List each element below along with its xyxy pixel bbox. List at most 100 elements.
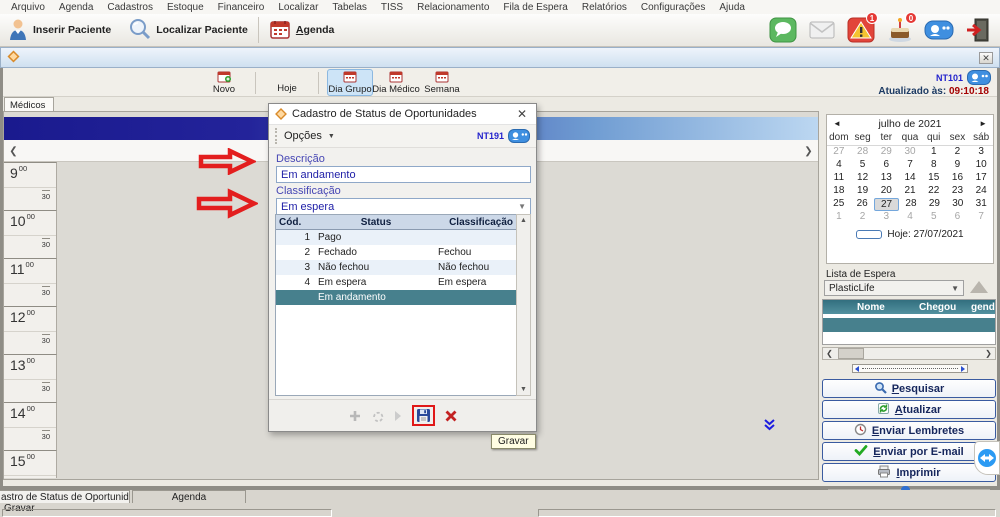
delete-icon[interactable] xyxy=(444,409,458,423)
scroll-right-icon[interactable]: ❯ xyxy=(801,143,816,159)
calendar-date[interactable]: 5 xyxy=(851,159,875,172)
calendar-date[interactable]: 3 xyxy=(874,211,898,224)
menu-item[interactable]: Fila de Espera xyxy=(496,2,574,13)
tab-status-opportunities[interactable]: astro de Status de Oportunid xyxy=(0,490,130,503)
contacts-chat-icon[interactable] xyxy=(967,70,991,85)
options-menu-button[interactable]: Opções▼ xyxy=(284,130,335,142)
calendar-date[interactable]: 23 xyxy=(946,185,970,198)
menu-item[interactable]: Localizar xyxy=(271,2,325,13)
menu-item[interactable]: Configurações xyxy=(634,2,712,13)
calendar-date[interactable]: 27 xyxy=(874,198,899,211)
calendar-date[interactable]: 10 xyxy=(969,159,993,172)
menu-item[interactable]: Agenda xyxy=(52,2,100,13)
calendar-date[interactable]: 9 xyxy=(946,159,970,172)
calendar-date[interactable]: 6 xyxy=(946,211,970,224)
contacts-chat-icon[interactable] xyxy=(921,15,957,45)
menu-item[interactable]: Financeiro xyxy=(211,2,272,13)
menu-item[interactable]: Relatórios xyxy=(575,2,634,13)
calendar-date[interactable]: 7 xyxy=(898,159,922,172)
calendar-date[interactable]: 28 xyxy=(899,198,922,211)
table-row[interactable]: 3Não fechouNão fechou xyxy=(276,260,516,275)
menu-item[interactable]: Ajuda xyxy=(712,2,752,13)
next-record-icon[interactable] xyxy=(394,410,403,422)
day-group-view-button[interactable]: Dia Grupo xyxy=(327,69,373,96)
calendar-date[interactable]: 29 xyxy=(923,198,946,211)
scroll-right-icon[interactable]: ❯ xyxy=(982,348,995,359)
calendar-date[interactable]: 17 xyxy=(969,172,993,185)
calendar-date[interactable]: 2 xyxy=(946,146,970,159)
collapse-up-icon[interactable] xyxy=(970,281,988,293)
add-icon[interactable] xyxy=(348,409,362,423)
calendar-date[interactable]: 2 xyxy=(851,211,875,224)
calendar-date[interactable]: 3 xyxy=(969,146,993,159)
birthday-cake-icon[interactable]: 0 xyxy=(882,15,918,45)
calendar-date[interactable]: 16 xyxy=(946,172,970,185)
remote-support-icon[interactable] xyxy=(974,441,1000,475)
scrollbar-thumb[interactable] xyxy=(838,348,864,359)
exit-icon[interactable] xyxy=(960,15,996,45)
locate-patient-button[interactable]: Localizar Paciente xyxy=(119,14,256,46)
new-appointment-button[interactable]: Novo xyxy=(201,69,247,96)
mdi-close-button[interactable]: ✕ xyxy=(979,52,993,64)
calendar-date[interactable]: 24 xyxy=(969,185,993,198)
scroll-left-icon[interactable]: ❮ xyxy=(6,143,21,159)
calendar-date[interactable]: 8 xyxy=(922,159,946,172)
mail-icon[interactable] xyxy=(804,15,840,45)
calendar-date[interactable]: 14 xyxy=(898,172,922,185)
enviar-lembretes-button[interactable]: Enviar Lembretes xyxy=(822,421,996,440)
table-row-selected[interactable]: Em andamento xyxy=(276,290,516,305)
calendar-date[interactable]: 27 xyxy=(827,146,851,159)
calendar-today-row[interactable]: Hoje: 27/07/2021 xyxy=(827,226,993,242)
calendar-date[interactable]: 15 xyxy=(922,172,946,185)
today-button[interactable]: Hoje xyxy=(264,69,310,96)
calendar-prev-icon[interactable]: ◄ xyxy=(833,119,841,128)
contacts-chat-icon[interactable] xyxy=(508,129,530,143)
menu-item[interactable]: Relacionamento xyxy=(410,2,496,13)
calendar-date[interactable]: 20 xyxy=(874,185,898,198)
calendar-date[interactable]: 5 xyxy=(922,211,946,224)
menu-item[interactable]: TISS xyxy=(374,2,410,13)
calendar-date[interactable]: 25 xyxy=(827,198,850,211)
status-table-vscrollbar[interactable]: ▲ ▼ xyxy=(516,214,531,396)
chat-icon[interactable] xyxy=(765,15,801,45)
refresh-disabled-icon[interactable] xyxy=(371,409,385,423)
waitlist-selected-row[interactable] xyxy=(823,318,995,332)
menu-item[interactable]: Arquivo xyxy=(4,2,52,13)
menu-item[interactable]: Estoque xyxy=(160,2,211,13)
calendar-date[interactable]: 22 xyxy=(922,185,946,198)
classificacao-select[interactable]: Em espera ▼ xyxy=(276,198,531,215)
calendar-date[interactable]: 13 xyxy=(874,172,898,185)
imprimir-button[interactable]: Imprimir xyxy=(822,463,996,482)
waitlist-zoom-control[interactable] xyxy=(852,364,968,373)
calendar-date[interactable]: 29 xyxy=(874,146,898,159)
table-row[interactable]: 2FechadoFechou xyxy=(276,245,516,260)
calendar-date[interactable]: 1 xyxy=(827,211,851,224)
pesquisar-button[interactable]: Pesquisar xyxy=(822,379,996,398)
calendar-date[interactable]: 12 xyxy=(851,172,875,185)
calendar-date[interactable]: 11 xyxy=(827,172,851,185)
enviar-por-e-mail-button[interactable]: Enviar por E-mail xyxy=(822,442,996,461)
waitlist-select[interactable]: PlasticLife ▼ xyxy=(824,280,964,296)
table-row[interactable]: 1Pago xyxy=(276,230,516,245)
calendar-date[interactable]: 21 xyxy=(898,185,922,198)
calendar-date[interactable]: 7 xyxy=(969,211,993,224)
calendar-date[interactable]: 4 xyxy=(827,159,851,172)
day-doctor-view-button[interactable]: Dia Médico xyxy=(373,69,419,96)
insert-patient-button[interactable]: Inserir Paciente xyxy=(0,14,119,46)
calendar-date[interactable]: 6 xyxy=(874,159,898,172)
save-icon[interactable] xyxy=(416,408,431,423)
calendar-date[interactable]: 18 xyxy=(827,185,851,198)
table-row[interactable]: 4Em esperaEm espera xyxy=(276,275,516,290)
agenda-button[interactable]: Agenda xyxy=(261,14,343,46)
dialog-close-button[interactable]: ✕ xyxy=(514,107,530,121)
menu-item[interactable]: Tabelas xyxy=(325,2,373,13)
tab-medicos[interactable]: Médicos xyxy=(4,97,54,112)
calendar-date[interactable]: 19 xyxy=(851,185,875,198)
alert-icon[interactable]: 1 xyxy=(843,15,879,45)
menu-item[interactable]: Cadastros xyxy=(100,2,160,13)
scroll-left-icon[interactable]: ❮ xyxy=(823,348,836,359)
calendar-date[interactable]: 28 xyxy=(851,146,875,159)
calendar-next-icon[interactable]: ► xyxy=(979,119,987,128)
waitlist-hscrollbar[interactable]: ❮ ❯ xyxy=(822,347,996,360)
descricao-input[interactable]: Em andamento xyxy=(276,166,531,183)
